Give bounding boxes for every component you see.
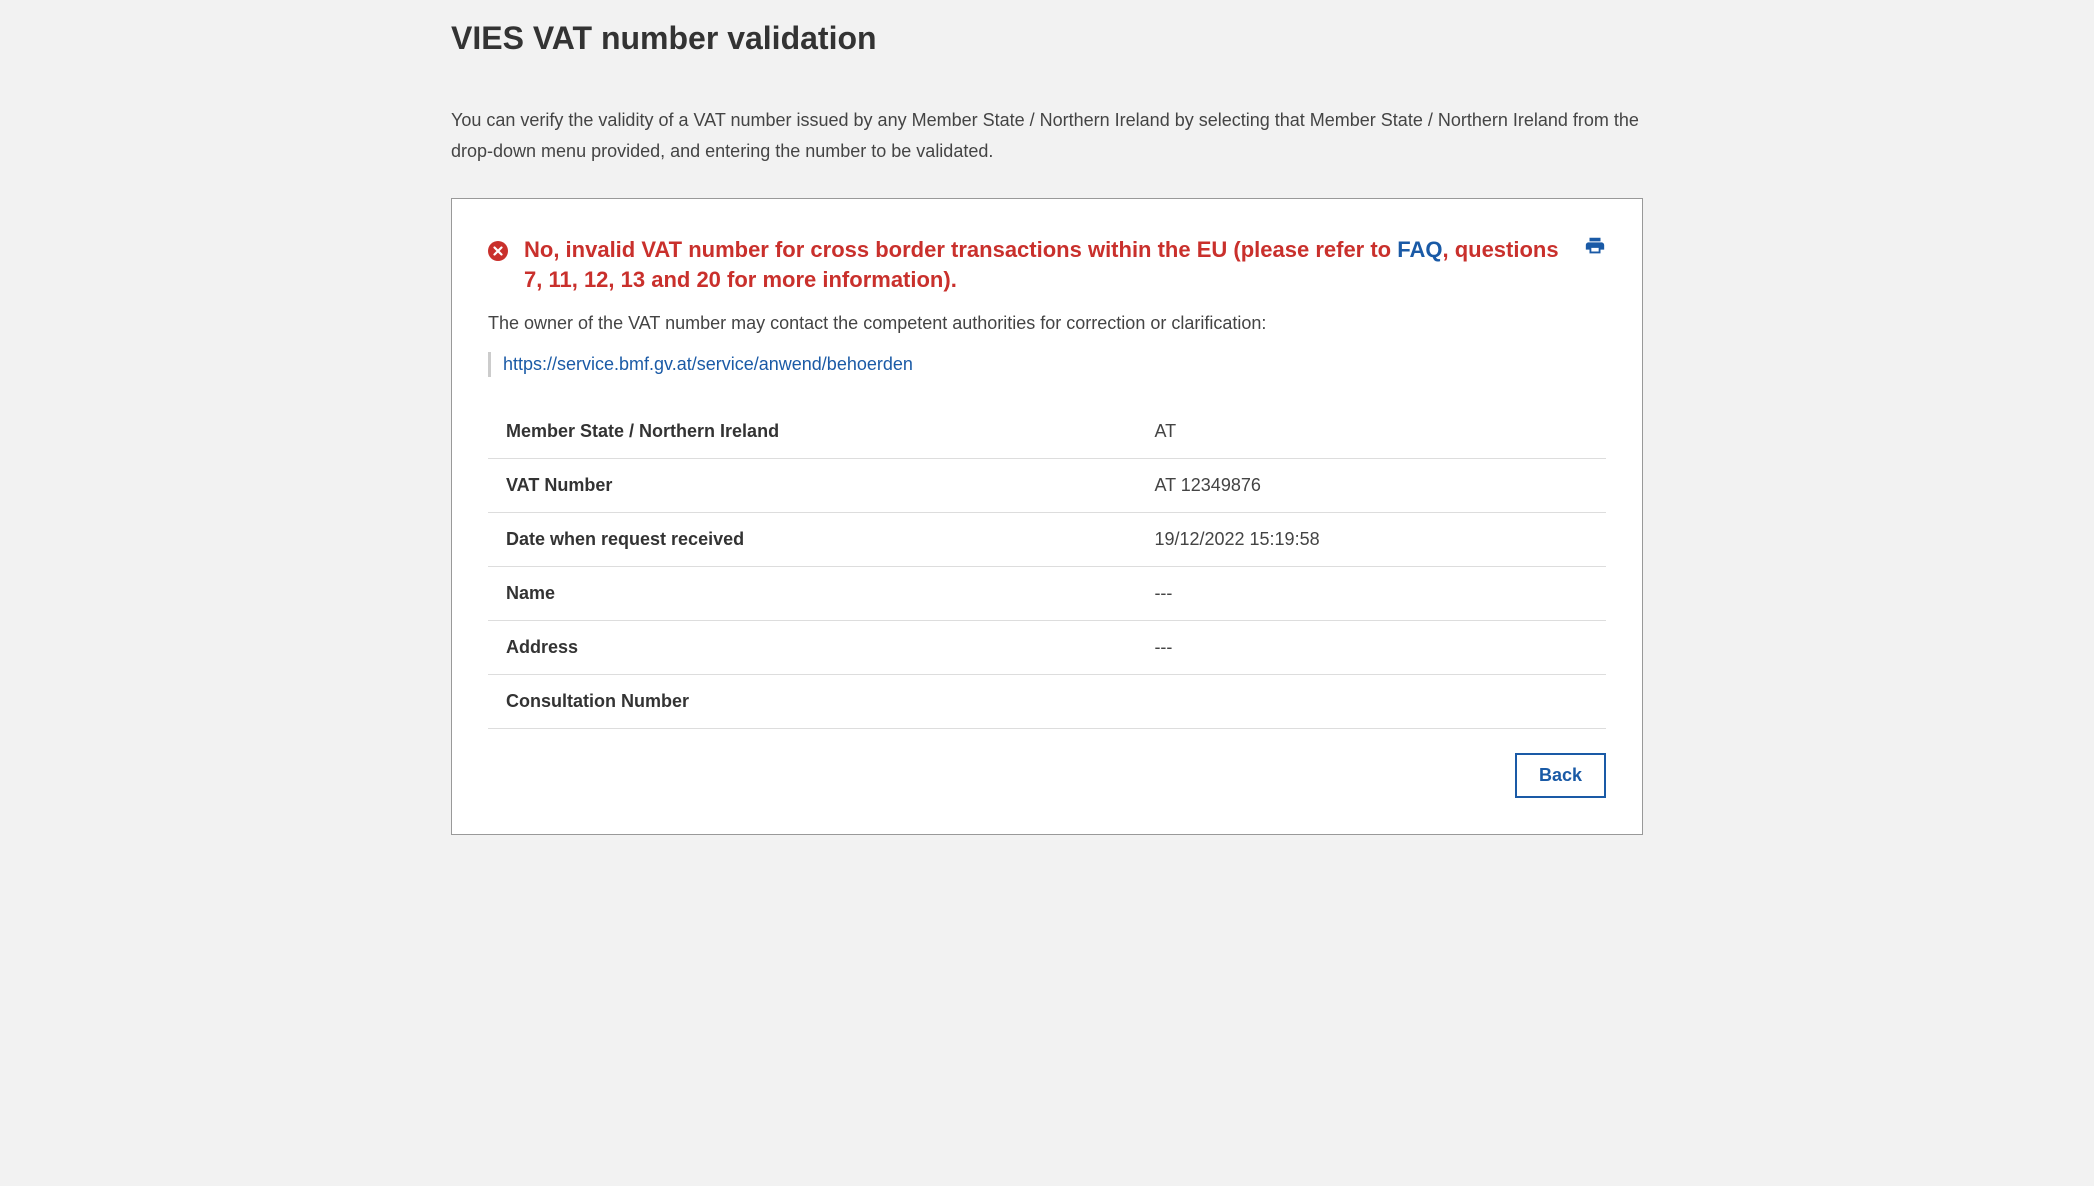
validation-alert: No, invalid VAT number for cross border …	[488, 235, 1606, 294]
table-row: Address ---	[488, 620, 1606, 674]
row-value-address: ---	[1136, 620, 1606, 674]
row-value-name: ---	[1136, 566, 1606, 620]
row-label-address: Address	[488, 620, 1136, 674]
actions-row: Back	[488, 753, 1606, 798]
print-icon[interactable]	[1584, 235, 1606, 257]
table-row: Member State / Northern Ireland AT	[488, 405, 1606, 459]
row-label-request-date: Date when request received	[488, 512, 1136, 566]
page-title: VIES VAT number validation	[451, 20, 1643, 57]
faq-link[interactable]: FAQ	[1397, 237, 1442, 262]
table-row: Name ---	[488, 566, 1606, 620]
owner-note: The owner of the VAT number may contact …	[488, 313, 1606, 334]
error-icon	[488, 241, 508, 261]
alert-prefix: No, invalid VAT number for cross border …	[524, 237, 1397, 262]
authority-link[interactable]: https://service.bmf.gv.at/service/anwend…	[503, 354, 913, 374]
intro-text: You can verify the validity of a VAT num…	[451, 105, 1643, 166]
row-label-member-state: Member State / Northern Ireland	[488, 405, 1136, 459]
table-row: Date when request received 19/12/2022 15…	[488, 512, 1606, 566]
row-value-consultation-number	[1136, 674, 1606, 728]
authority-link-block: https://service.bmf.gv.at/service/anwend…	[488, 352, 1606, 377]
result-panel: No, invalid VAT number for cross border …	[451, 198, 1643, 834]
row-label-consultation-number: Consultation Number	[488, 674, 1136, 728]
result-details-table: Member State / Northern Ireland AT VAT N…	[488, 405, 1606, 729]
row-value-request-date: 19/12/2022 15:19:58	[1136, 512, 1606, 566]
row-value-vat-number: AT 12349876	[1136, 458, 1606, 512]
row-label-vat-number: VAT Number	[488, 458, 1136, 512]
table-row: Consultation Number	[488, 674, 1606, 728]
alert-message: No, invalid VAT number for cross border …	[524, 235, 1568, 294]
row-label-name: Name	[488, 566, 1136, 620]
table-row: VAT Number AT 12349876	[488, 458, 1606, 512]
row-value-member-state: AT	[1136, 405, 1606, 459]
back-button[interactable]: Back	[1515, 753, 1606, 798]
